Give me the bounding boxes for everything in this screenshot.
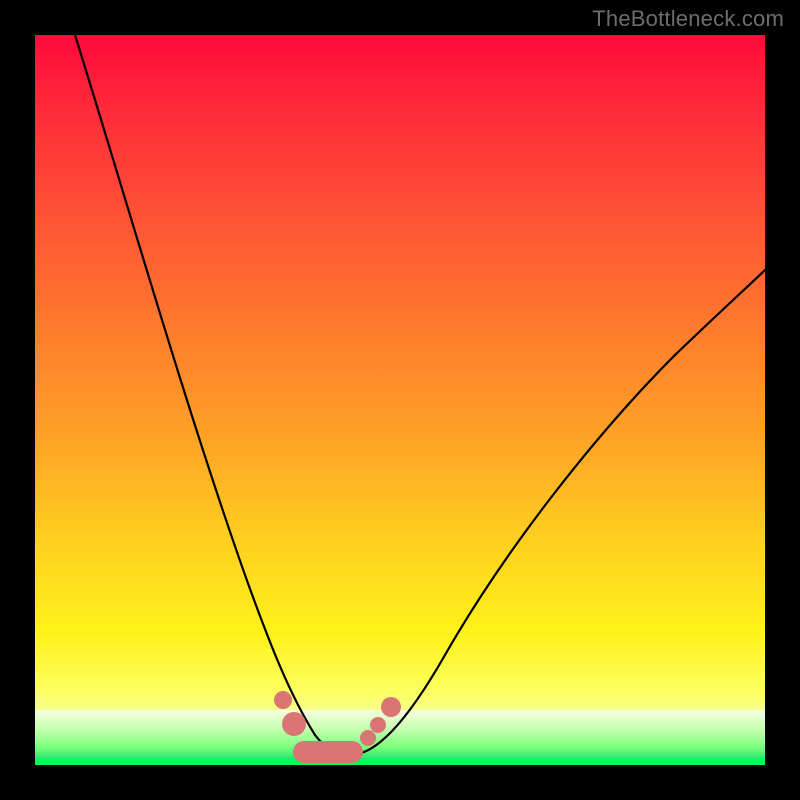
bottleneck-curve bbox=[75, 35, 765, 755]
marker-dot bbox=[274, 691, 292, 709]
marker-dot bbox=[381, 697, 401, 717]
marker-dot bbox=[360, 730, 376, 746]
marker-dot bbox=[282, 712, 306, 736]
chart-stage: TheBottleneck.com bbox=[0, 0, 800, 800]
watermark-text: TheBottleneck.com bbox=[592, 6, 784, 32]
marker-bottom-pill bbox=[293, 741, 363, 763]
marker-dot bbox=[370, 717, 386, 733]
plot-area bbox=[35, 35, 765, 765]
curve-layer bbox=[35, 35, 765, 765]
